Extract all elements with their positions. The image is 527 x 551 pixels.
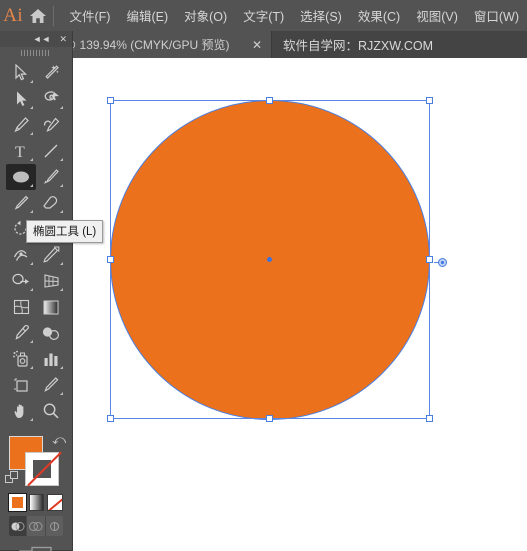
tool-group-corner-icon bbox=[60, 106, 63, 109]
svg-text:T: T bbox=[15, 144, 25, 160]
close-icon[interactable]: ✕ bbox=[252, 39, 262, 51]
tool-type[interactable]: T bbox=[6, 138, 36, 164]
tool-group-corner-icon bbox=[30, 184, 33, 187]
tool-tooltip: 椭圆工具 (L) bbox=[26, 220, 104, 243]
handle-top-right[interactable] bbox=[426, 97, 433, 104]
menu-window[interactable]: 窗口(W) bbox=[466, 2, 527, 29]
tool-line-segment[interactable] bbox=[36, 138, 66, 164]
tool-ellipse[interactable] bbox=[6, 164, 36, 190]
tool-shaper[interactable] bbox=[6, 190, 36, 216]
shape-center-point bbox=[267, 257, 272, 262]
menu-items: 文件(F) 编辑(E) 对象(O) 文字(T) 选择(S) 效果(C) 视图(V… bbox=[62, 2, 527, 29]
handle-bottom-right[interactable] bbox=[426, 415, 433, 422]
tool-paintbrush[interactable] bbox=[36, 164, 66, 190]
tool-group-corner-icon bbox=[60, 288, 63, 291]
fill-mode-color[interactable] bbox=[8, 493, 27, 512]
menu-effect[interactable]: 效果(C) bbox=[350, 2, 408, 29]
draw-mode-normal[interactable] bbox=[9, 516, 28, 536]
tool-slice[interactable] bbox=[36, 372, 66, 398]
tool-group-corner-icon bbox=[30, 418, 33, 421]
tool-hand[interactable] bbox=[6, 398, 36, 424]
tool-group-corner-icon bbox=[60, 262, 63, 265]
watermark-label: 软件自学网：RJZXW.COM bbox=[283, 39, 433, 53]
tool-group-corner-icon bbox=[30, 262, 33, 265]
tool-eraser[interactable] bbox=[36, 190, 66, 216]
handle-bottom-left[interactable] bbox=[107, 415, 114, 422]
menu-type[interactable]: 文字(T) bbox=[235, 2, 292, 29]
tool-group-corner-icon bbox=[60, 392, 63, 395]
tool-direct-selection[interactable] bbox=[6, 86, 36, 112]
tool-eyedropper[interactable] bbox=[6, 320, 36, 346]
collapse-icon[interactable]: ◄◄ bbox=[33, 34, 51, 44]
draw-mode-row bbox=[9, 516, 63, 536]
tool-group-corner-icon bbox=[30, 366, 33, 369]
menu-bar: Ai 文件(F) 编辑(E) 对象(O) 文字(T) 选择(S) 效果(C) 视… bbox=[0, 0, 527, 31]
transform-widget-knob[interactable] bbox=[438, 258, 447, 267]
tool-pen[interactable] bbox=[6, 112, 36, 138]
tool-group-corner-icon bbox=[30, 132, 33, 135]
tool-group-corner-icon bbox=[30, 158, 33, 161]
handle-top-left[interactable] bbox=[107, 97, 114, 104]
tool-symbol-sprayer[interactable] bbox=[6, 346, 36, 372]
tool-selection[interactable] bbox=[6, 60, 36, 86]
tool-group-corner-icon bbox=[60, 184, 63, 187]
tool-blend[interactable] bbox=[36, 320, 66, 346]
tool-group-corner-icon bbox=[60, 158, 63, 161]
tool-lasso[interactable] bbox=[36, 86, 66, 112]
close-icon[interactable]: ✕ bbox=[59, 34, 67, 44]
artboard-canvas[interactable] bbox=[0, 58, 527, 551]
tool-group-corner-icon bbox=[30, 80, 33, 83]
fill-mode-none[interactable] bbox=[47, 494, 64, 511]
tool-group-corner-icon bbox=[60, 366, 63, 369]
app-logo: Ai bbox=[3, 4, 24, 26]
fill-mode-gradient[interactable] bbox=[28, 494, 45, 511]
swap-fill-stroke-icon[interactable]: ⤺ bbox=[52, 432, 66, 448]
menu-select[interactable]: 选择(S) bbox=[292, 2, 350, 29]
tools-panel: ◄◄ ✕ T ⤺ 椭圆工具 (L) bbox=[0, 31, 104, 551]
tool-group-corner-icon bbox=[60, 210, 63, 213]
tool-curvature[interactable] bbox=[36, 112, 66, 138]
tool-artboard[interactable] bbox=[6, 372, 36, 398]
panel-drag-handle[interactable] bbox=[0, 47, 72, 58]
illustrator-window: Ai 文件(F) 编辑(E) 对象(O) 文字(T) 选择(S) 效果(C) 视… bbox=[0, 0, 527, 551]
draw-mode-inside[interactable] bbox=[46, 516, 63, 536]
stroke-color-swatch[interactable] bbox=[25, 451, 62, 487]
screen-mode-button[interactable] bbox=[0, 546, 72, 551]
tool-shape-builder[interactable] bbox=[6, 268, 36, 294]
tool-gradient[interactable] bbox=[36, 294, 66, 320]
menu-file[interactable]: 文件(F) bbox=[62, 2, 119, 29]
draw-mode-behind[interactable] bbox=[27, 516, 46, 536]
fill-mode-row bbox=[0, 493, 72, 512]
tool-group-corner-icon bbox=[30, 106, 33, 109]
tool-magic-wand[interactable] bbox=[36, 60, 66, 86]
menu-object[interactable]: 对象(O) bbox=[176, 2, 235, 29]
menu-divider bbox=[52, 5, 54, 26]
tool-group-corner-icon bbox=[30, 288, 33, 291]
home-icon[interactable] bbox=[26, 0, 48, 31]
tool-perspective-grid[interactable] bbox=[36, 268, 66, 294]
tool-width[interactable] bbox=[6, 242, 36, 268]
default-colors-icon[interactable] bbox=[5, 471, 20, 491]
tool-group-corner-icon bbox=[30, 210, 33, 213]
tools-panel-header: ◄◄ ✕ bbox=[0, 31, 72, 47]
menu-view[interactable]: 视图(V) bbox=[408, 2, 466, 29]
tool-zoom[interactable] bbox=[36, 398, 66, 424]
tool-column-graph[interactable] bbox=[36, 346, 66, 372]
tool-free-transform[interactable] bbox=[36, 242, 66, 268]
tool-mesh[interactable] bbox=[6, 294, 36, 320]
tool-group-corner-icon bbox=[30, 340, 33, 343]
document-tab-bar: @ 139.94% (CMYK/GPU 预览) ✕ 软件自学网：RJZXW.CO… bbox=[0, 31, 527, 58]
fill-stroke-controls: ⤺ bbox=[0, 430, 72, 492]
grip-lines-icon bbox=[21, 49, 51, 56]
menu-edit[interactable]: 编辑(E) bbox=[118, 2, 176, 29]
